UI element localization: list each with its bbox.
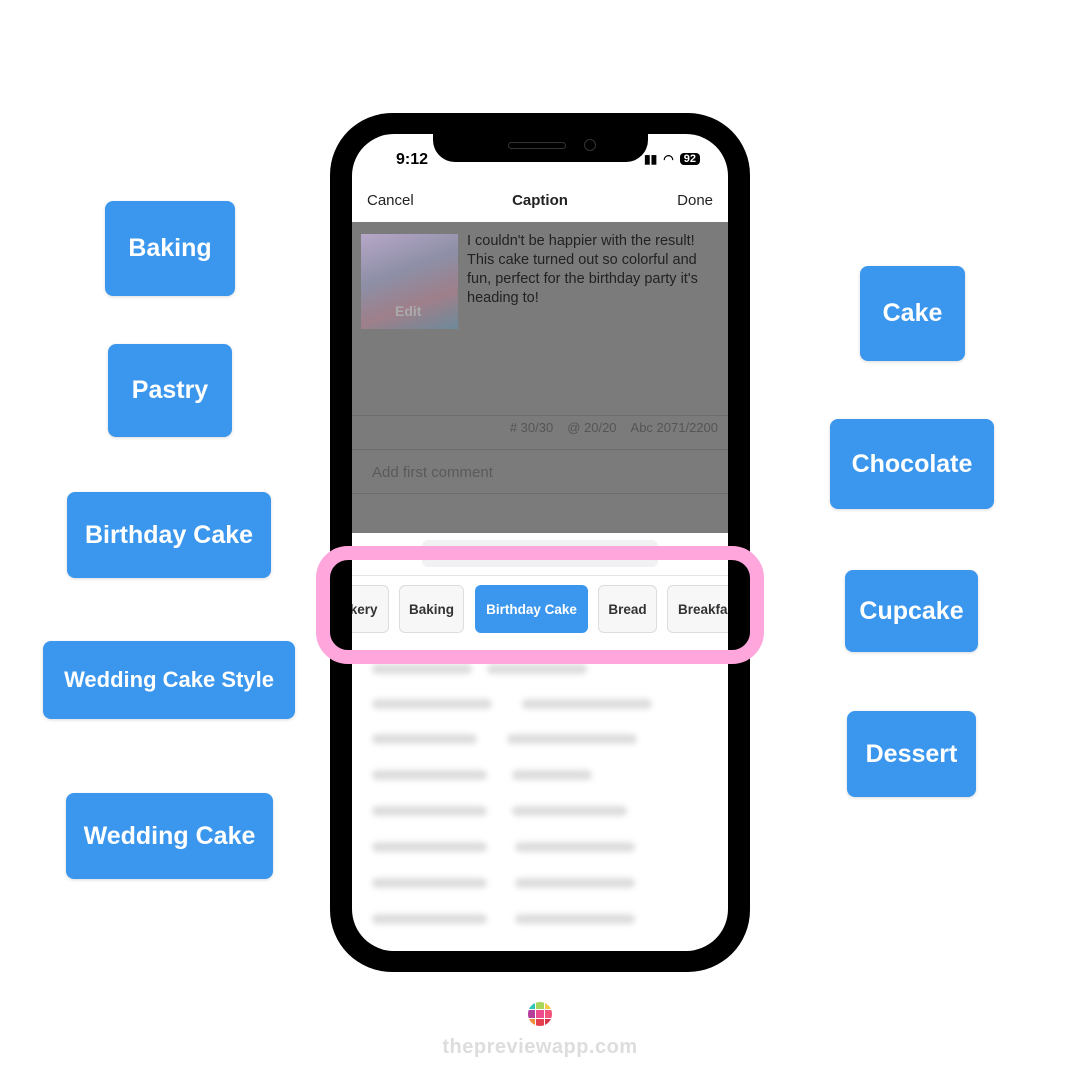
speaker	[508, 142, 566, 149]
mention-count: @ 20/20	[567, 420, 617, 435]
page-title: Caption	[512, 192, 568, 209]
chip-highlight-frame	[316, 546, 764, 664]
tag-cake: Cake	[860, 266, 965, 361]
tag-dessert: Dessert	[847, 711, 976, 797]
tag-pastry: Pastry	[108, 344, 232, 437]
tag-baking: Baking	[105, 201, 235, 296]
tag-cupcake: Cupcake	[845, 570, 978, 652]
preview-app-logo	[528, 1002, 552, 1026]
comment-input[interactable]: Add first comment	[372, 464, 493, 481]
tag-chocolate: Chocolate	[830, 419, 994, 509]
phone-screen: 9:12 ▮▮ ◠ 92 Cancel Caption Done Edit I …	[352, 134, 728, 951]
signal-icon: ▮▮	[644, 152, 658, 166]
camera	[584, 139, 596, 151]
nav-bar: Cancel Caption Done	[352, 192, 728, 222]
brand-url: thepreviewapp.com	[442, 1036, 638, 1058]
tag-birthday-cake: Birthday Cake	[67, 492, 271, 578]
dimmed-editor: Edit I couldn't be happier with the resu…	[352, 222, 728, 533]
done-button[interactable]: Done	[677, 192, 713, 209]
notch	[433, 134, 648, 162]
status-icons: ▮▮ ◠ 92	[644, 152, 700, 166]
char-count: Abc 2071/2200	[630, 420, 718, 435]
battery-icon: 92	[679, 153, 700, 165]
counters: # 30/30 @ 20/20 Abc 2071/2200	[510, 420, 718, 435]
edit-label[interactable]: Edit	[395, 303, 421, 319]
tag-wedding-cake: Wedding Cake	[66, 793, 273, 879]
phone-frame: 9:12 ▮▮ ◠ 92 Cancel Caption Done Edit I …	[330, 113, 750, 972]
hashtag-count: # 30/30	[509, 420, 554, 435]
wifi-icon: ◠	[663, 152, 674, 166]
status-time: 9:12	[396, 151, 429, 168]
post-thumbnail[interactable]: Edit	[361, 234, 458, 329]
tag-wedding-cake-style: Wedding Cake Style	[43, 641, 295, 719]
caption-text[interactable]: I couldn't be happier with the result! T…	[467, 232, 717, 308]
